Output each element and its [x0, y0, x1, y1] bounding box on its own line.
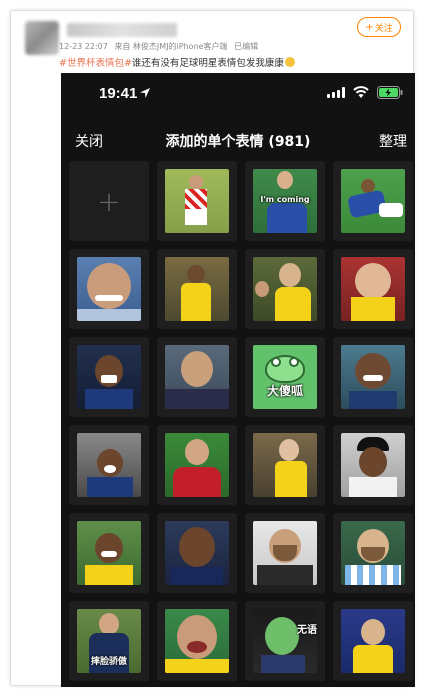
sticker-thumbnail: 无语	[253, 609, 317, 673]
sticker-item[interactable]	[69, 513, 149, 593]
sticker-item[interactable]	[333, 249, 413, 329]
signal-icon	[327, 87, 345, 98]
post-source[interactable]: 来自 林俊杰JMJ的iPhone客户端	[114, 42, 227, 51]
sticker-thumbnail	[341, 609, 405, 673]
status-time: 19:41	[99, 85, 138, 102]
sticker-item[interactable]	[69, 337, 149, 417]
post-meta: 12-23 22:07 来自 林俊杰JMJ的iPhone客户端 已编辑	[59, 41, 262, 52]
sticker-item[interactable]	[157, 513, 237, 593]
sticker-item[interactable]: 摔脸骄傲	[69, 601, 149, 681]
sticker-item[interactable]	[245, 249, 325, 329]
sticker-thumbnail: 大傻呱	[253, 345, 317, 409]
sticker-item[interactable]	[157, 601, 237, 681]
follow-label: 关注	[374, 23, 393, 34]
sticker-thumbnail	[341, 433, 405, 497]
sticker-item[interactable]	[245, 513, 325, 593]
battery-charging-icon	[377, 86, 403, 99]
wifi-icon	[353, 86, 369, 98]
sticker-item[interactable]	[69, 249, 149, 329]
sticker-item[interactable]: I'm coming	[245, 161, 325, 241]
sticker-caption: I'm coming	[260, 195, 310, 204]
weibo-post-card: + 关注 12-23 22:07 来自 林俊杰JMJ的iPhone客户端 已编辑…	[10, 10, 415, 687]
page-title: 添加的单个表情 (981)	[165, 134, 311, 150]
sticker-item[interactable]	[333, 337, 413, 417]
sticker-thumbnail	[341, 345, 405, 409]
sticker-thumbnail	[253, 257, 317, 321]
phone-screenshot: 19:41 关闭 添加的单个表情 (981) 整理 + I'm coming 大…	[61, 73, 415, 687]
sticker-thumbnail	[341, 521, 405, 585]
sticker-thumbnail	[253, 521, 317, 585]
sticker-item[interactable]: 无语	[245, 601, 325, 681]
sticker-caption: 无语	[297, 625, 317, 636]
avatar[interactable]	[25, 21, 59, 55]
plus-icon: +	[97, 184, 121, 218]
sticker-grid: + I'm coming 大傻呱 摔脸骄傲 无语	[69, 161, 415, 681]
sticker-thumbnail	[341, 257, 405, 321]
post-edited[interactable]: 已编辑	[234, 42, 258, 51]
topic-tag[interactable]: #世界杯表情包#	[59, 58, 132, 69]
sticker-thumbnail	[341, 169, 405, 233]
post-time: 12-23 22:07	[59, 42, 108, 51]
sticker-item[interactable]	[157, 161, 237, 241]
plus-icon: +	[365, 21, 374, 33]
sticker-item[interactable]	[157, 249, 237, 329]
sticker-thumbnail	[165, 169, 229, 233]
username-blurred[interactable]	[67, 23, 177, 37]
sticker-item[interactable]	[157, 337, 237, 417]
sticker-thumbnail	[165, 257, 229, 321]
post-body: 谁还有没有足球明星表情包发我康康	[131, 58, 284, 69]
sticker-item[interactable]	[333, 513, 413, 593]
post-text: #世界杯表情包#谁还有没有足球明星表情包发我康康	[59, 55, 295, 69]
sticker-thumbnail: 摔脸骄傲	[77, 609, 141, 673]
sticker-item[interactable]	[245, 425, 325, 505]
sticker-item[interactable]	[69, 425, 149, 505]
nav-bar: 关闭 添加的单个表情 (981) 整理	[61, 125, 415, 155]
sticker-thumbnail	[165, 433, 229, 497]
sticker-caption: 大傻呱	[266, 384, 303, 398]
sticker-thumbnail	[165, 345, 229, 409]
sticker-thumbnail	[77, 345, 141, 409]
sticker-thumbnail	[77, 521, 141, 585]
add-sticker-button[interactable]: +	[69, 161, 149, 241]
location-arrow-icon	[140, 88, 150, 98]
sticker-item[interactable]: 大傻呱	[245, 337, 325, 417]
emoji-icon	[284, 57, 295, 67]
sticker-thumbnail: I'm coming	[253, 169, 317, 233]
sticker-caption: 摔脸骄傲	[90, 657, 127, 667]
sticker-item[interactable]	[333, 601, 413, 681]
sticker-thumbnail	[77, 433, 141, 497]
sticker-item[interactable]	[333, 161, 413, 241]
sticker-thumbnail	[253, 433, 317, 497]
manage-button[interactable]: 整理	[379, 131, 407, 151]
sticker-item[interactable]	[157, 425, 237, 505]
follow-button[interactable]: + 关注	[357, 17, 401, 37]
sticker-thumbnail	[165, 521, 229, 585]
sticker-thumbnail	[165, 609, 229, 673]
sticker-item[interactable]	[333, 425, 413, 505]
sticker-thumbnail	[77, 257, 141, 321]
status-bar: 19:41	[61, 73, 415, 113]
